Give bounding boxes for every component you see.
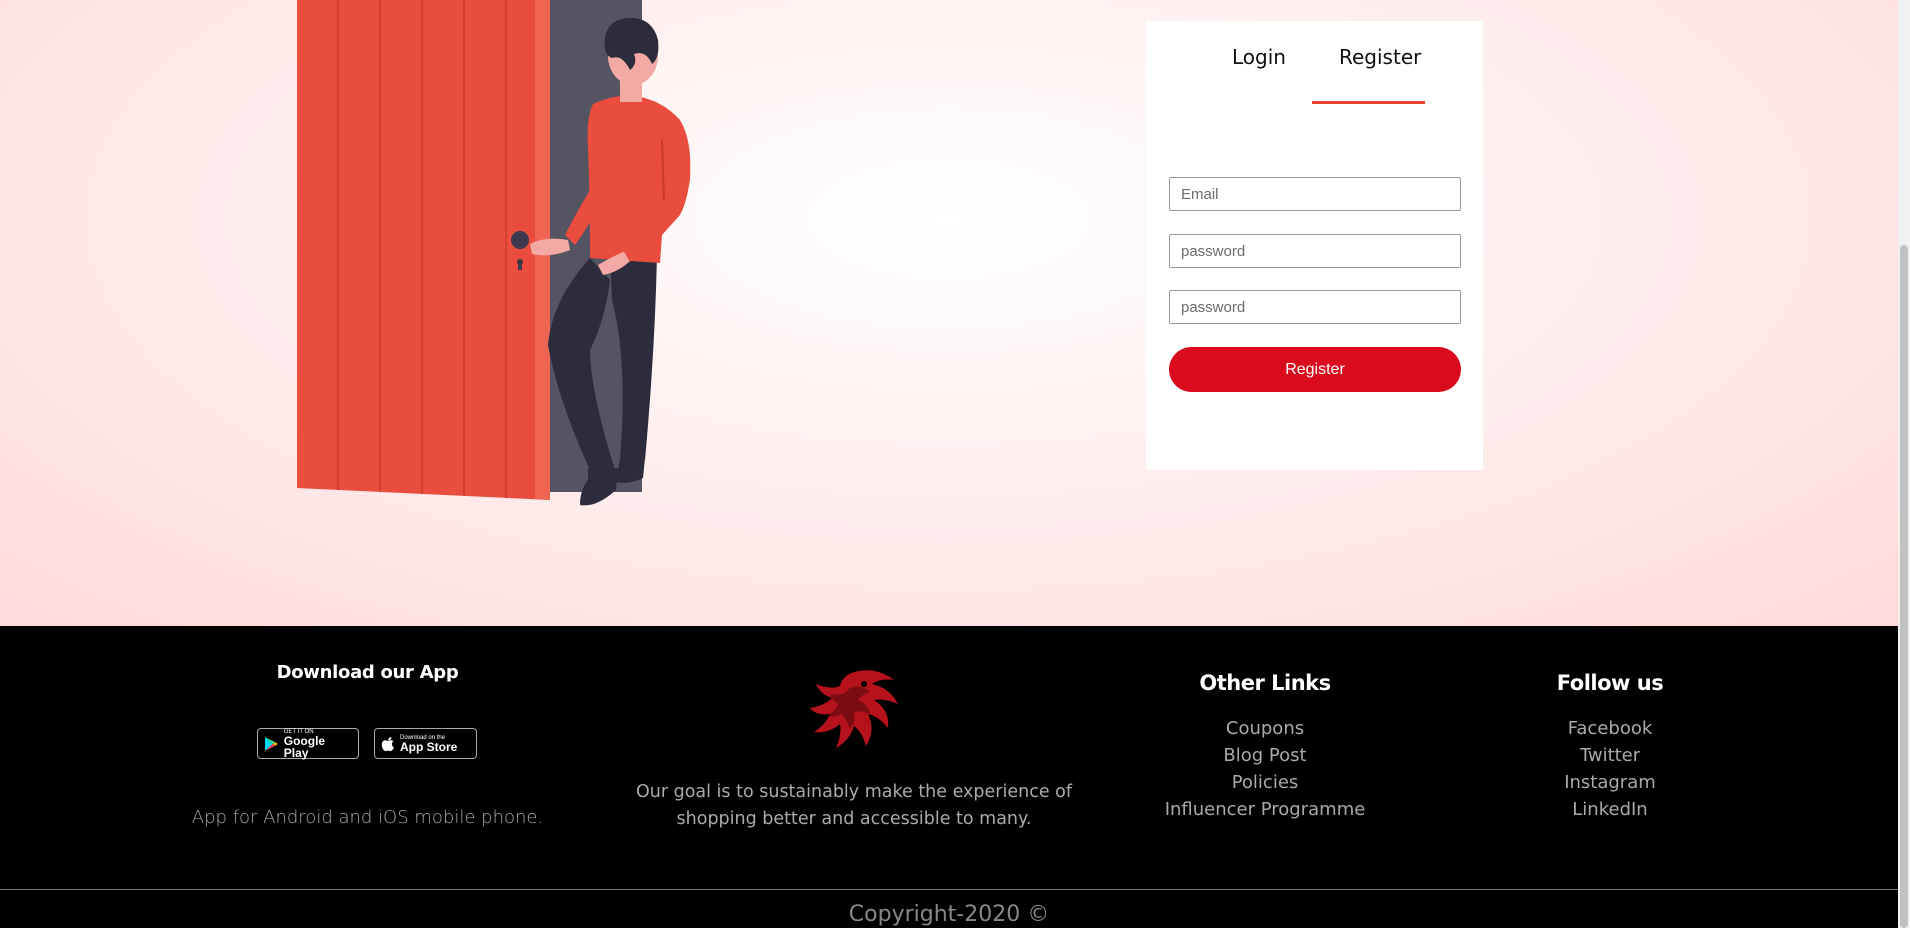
tab-login[interactable]: Login — [1232, 45, 1286, 69]
tab-register[interactable]: Register — [1339, 45, 1421, 69]
active-tab-indicator — [1312, 101, 1425, 104]
other-links-section: Other Links Coupons Blog Post Policies I… — [1140, 671, 1390, 823]
follow-us-title: Follow us — [1556, 671, 1664, 695]
footer-divider — [0, 889, 1898, 890]
google-play-badge[interactable]: GET IT ON Google Play — [257, 728, 359, 759]
confirm-password-input[interactable] — [1169, 290, 1461, 324]
auth-tabs: Login Register — [1146, 21, 1483, 131]
google-play-label: Google Play — [283, 733, 326, 760]
link-twitter[interactable]: Twitter — [1510, 742, 1710, 769]
follow-us-section: Follow us Facebook Twitter Instagram Lin… — [1510, 671, 1710, 823]
page-scrollbar[interactable] — [1898, 0, 1910, 928]
download-app-section: Download our App GET IT ON Google Play D… — [190, 662, 545, 828]
phoenix-logo-icon — [810, 670, 898, 748]
email-input[interactable] — [1169, 177, 1461, 211]
link-blog-post[interactable]: Blog Post — [1140, 742, 1390, 769]
social-links-list: Facebook Twitter Instagram LinkedIn — [1510, 715, 1710, 823]
app-store-badge[interactable]: Download on the App Store — [374, 728, 477, 759]
apple-icon — [381, 736, 394, 751]
link-influencer-programme[interactable]: Influencer Programme — [1140, 796, 1390, 823]
app-store-label: App Store — [400, 739, 458, 754]
copyright-text: Copyright-2020 © — [848, 902, 1050, 927]
other-links-list: Coupons Blog Post Policies Influencer Pr… — [1140, 715, 1390, 823]
link-linkedin[interactable]: LinkedIn — [1510, 796, 1710, 823]
download-app-title: Download our App — [276, 662, 459, 683]
scrollbar-thumb[interactable] — [1900, 245, 1908, 928]
store-badges: GET IT ON Google Play Download on the Ap… — [190, 728, 545, 768]
about-section: Our goal is to sustainably make the expe… — [630, 664, 1078, 833]
footer: Download our App GET IT ON Google Play D… — [0, 626, 1898, 928]
other-links-title: Other Links — [1199, 671, 1331, 695]
password-input[interactable] — [1169, 234, 1461, 268]
link-coupons[interactable]: Coupons — [1140, 715, 1390, 742]
hero-section: Login Register Register — [0, 0, 1898, 626]
auth-card: Login Register Register — [1146, 21, 1483, 470]
link-facebook[interactable]: Facebook — [1510, 715, 1710, 742]
door-illustration — [297, 0, 691, 506]
register-button[interactable]: Register — [1169, 347, 1461, 392]
google-play-icon — [264, 736, 278, 751]
about-description: Our goal is to sustainably make the expe… — [635, 782, 1073, 829]
app-description: App for Android and iOS mobile phone. — [191, 807, 544, 828]
link-instagram[interactable]: Instagram — [1510, 769, 1710, 796]
link-policies[interactable]: Policies — [1140, 769, 1390, 796]
